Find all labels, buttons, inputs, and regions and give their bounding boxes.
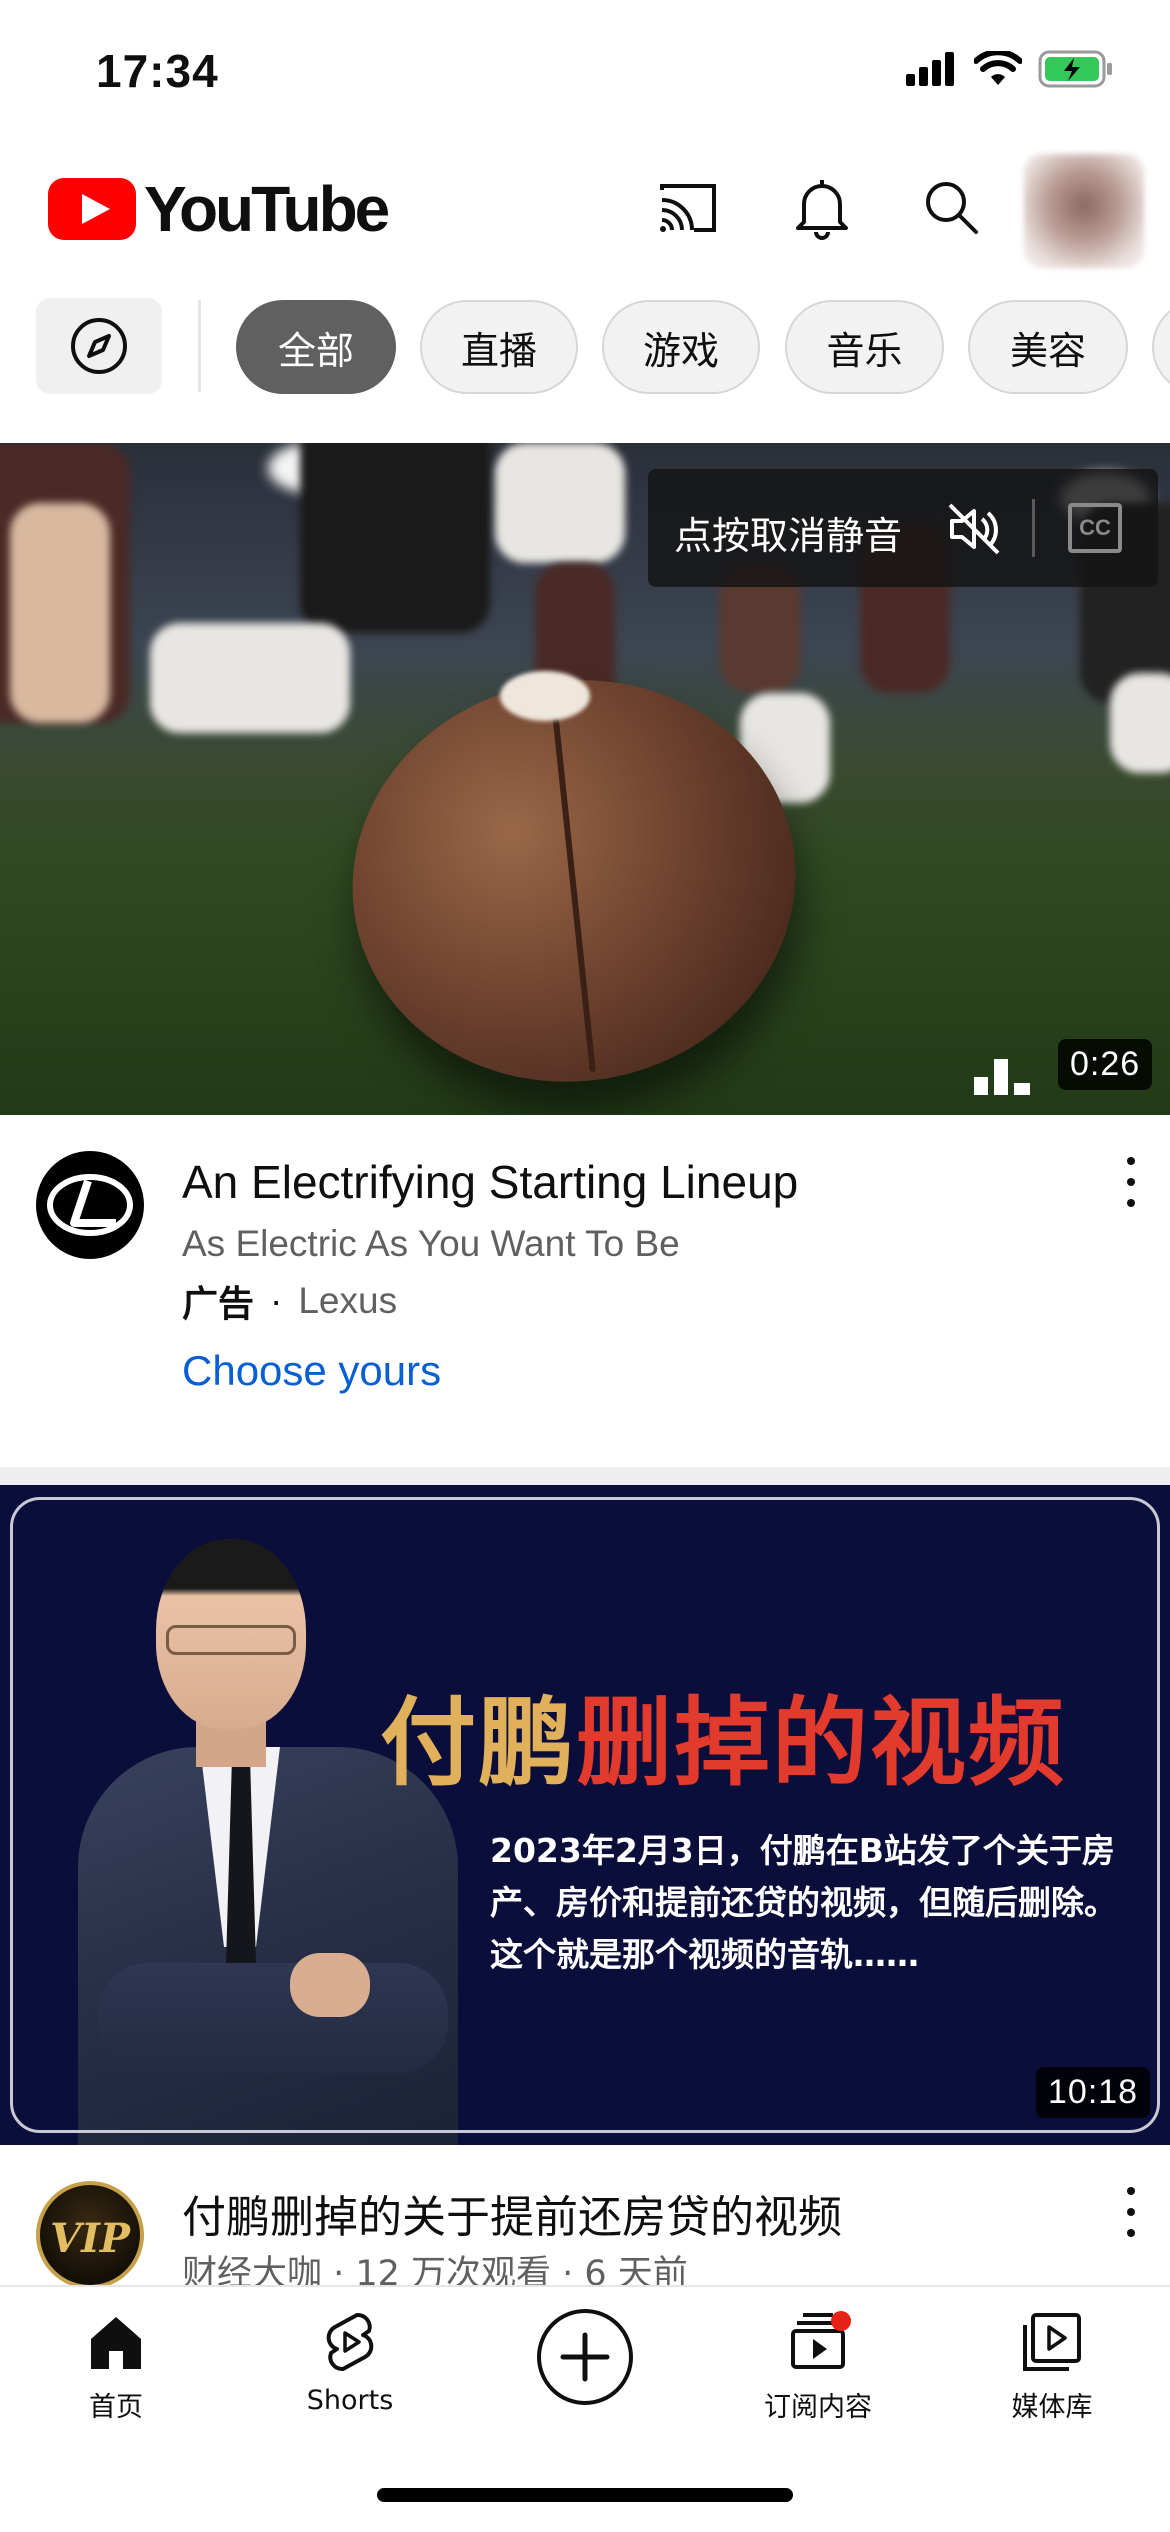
chip-music[interactable]: 音乐 — [785, 300, 944, 394]
status-bar: 17:34 — [0, 0, 1170, 150]
player-silhouette — [10, 503, 110, 723]
ad-subtitle: As Electric As You Want To Be — [182, 1223, 680, 1264]
shorts-icon — [326, 2313, 374, 2371]
player-silhouette — [300, 443, 490, 633]
player-silhouette — [495, 443, 625, 563]
nav-subscriptions[interactable]: 订阅内容 — [718, 2309, 918, 2449]
tap-to-unmute-banner[interactable]: 点按取消静音 CC — [648, 469, 1158, 587]
compass-icon — [71, 318, 127, 374]
more-options-icon[interactable] — [1116, 1157, 1146, 1207]
vip-badge: VIP — [50, 2215, 130, 2262]
chip-gaming[interactable]: 游戏 — [602, 300, 760, 394]
notifications-bell-icon[interactable] — [786, 172, 858, 244]
unmute-text: 点按取消静音 — [674, 514, 903, 558]
app-header: YouTube — [0, 150, 1170, 268]
chip-more[interactable] — [1152, 300, 1170, 394]
status-icons — [906, 50, 1114, 88]
youtube-play-logo-icon — [48, 178, 136, 240]
banner-separator — [1032, 499, 1035, 557]
youtube-logo-text: YouTube — [144, 173, 390, 245]
nav-subscriptions-label: 订阅内容 — [764, 2392, 872, 2423]
ad-cta-link[interactable]: Choose yours — [182, 1347, 441, 1395]
chip-divider — [198, 300, 201, 392]
closed-captions-icon[interactable]: CC — [1068, 503, 1122, 553]
ad-bars-icon — [974, 1059, 1030, 1095]
chip-live[interactable]: 直播 — [420, 300, 578, 394]
nav-shorts-label: Shorts — [306, 2385, 394, 2416]
lexus-logo-icon — [47, 1174, 133, 1236]
video-duration: 10:18 — [1036, 2067, 1151, 2118]
chip-all[interactable]: 全部 — [236, 300, 396, 394]
status-time: 17:34 — [96, 45, 219, 97]
cellular-signal-icon — [906, 52, 954, 86]
youtube-logo[interactable]: YouTube — [48, 172, 390, 246]
football-tip — [500, 671, 590, 721]
nav-library[interactable]: 媒体库 — [952, 2309, 1152, 2449]
library-icon — [1023, 2313, 1081, 2371]
home-indicator[interactable] — [377, 2488, 793, 2502]
video-title[interactable]: 付鹏删掉的关于提前还房贷的视频 — [182, 2181, 842, 2245]
video-thumbnail[interactable]: 付鹏删掉的视频 2023年2月3日，付鹏在B站发了个关于房产、房价和提前还贷的视… — [0, 1485, 1170, 2145]
create-button[interactable] — [537, 2309, 633, 2405]
ad-badge: 广告 — [182, 1284, 255, 1325]
cast-icon[interactable] — [652, 172, 724, 244]
battery-charging-icon — [1038, 50, 1112, 88]
nav-library-label: 媒体库 — [1011, 2392, 1093, 2423]
video-duration: 0:26 — [1058, 1039, 1153, 1090]
wifi-icon — [974, 51, 1022, 85]
ad-label-line: 广告 · Lexus — [182, 1275, 397, 1327]
ad-video-info[interactable]: An Electrifying Starting Lineup As Elect… — [0, 1115, 1170, 1470]
thumb-frame — [10, 1497, 1160, 2133]
category-chips: 全部 直播 游戏 音乐 美容 — [0, 298, 1170, 398]
ad-video-thumbnail[interactable]: 点按取消静音 CC 0:26 — [0, 443, 1170, 1115]
channel-avatar[interactable]: VIP — [36, 2181, 144, 2289]
player-silhouette — [150, 623, 350, 733]
chip-beauty[interactable]: 美容 — [968, 300, 1128, 394]
separator: · — [270, 1280, 283, 1321]
subscriptions-icon — [791, 2311, 851, 2369]
video-info[interactable]: VIP 付鹏删掉的关于提前还房贷的视频 财经大咖 · 12 万次观看 · 6 天… — [0, 2145, 1170, 2294]
plus-icon — [560, 2332, 610, 2382]
nav-home-label: 首页 — [89, 2392, 143, 2423]
section-divider — [0, 1467, 1170, 1485]
explore-button[interactable] — [36, 298, 162, 394]
more-options-icon[interactable] — [1116, 2187, 1146, 2237]
nav-shorts[interactable]: Shorts — [250, 2309, 450, 2449]
lexus-channel-avatar[interactable] — [36, 1151, 144, 1259]
search-icon[interactable] — [916, 172, 988, 244]
ad-title[interactable]: An Electrifying Starting Lineup — [182, 1155, 798, 1209]
nav-home[interactable]: 首页 — [16, 2309, 216, 2449]
advertiser-name: Lexus — [298, 1280, 398, 1321]
home-icon — [91, 2317, 141, 2369]
player-silhouette — [1110, 673, 1170, 773]
muted-speaker-icon[interactable] — [944, 499, 1004, 559]
account-avatar[interactable] — [1024, 154, 1144, 268]
